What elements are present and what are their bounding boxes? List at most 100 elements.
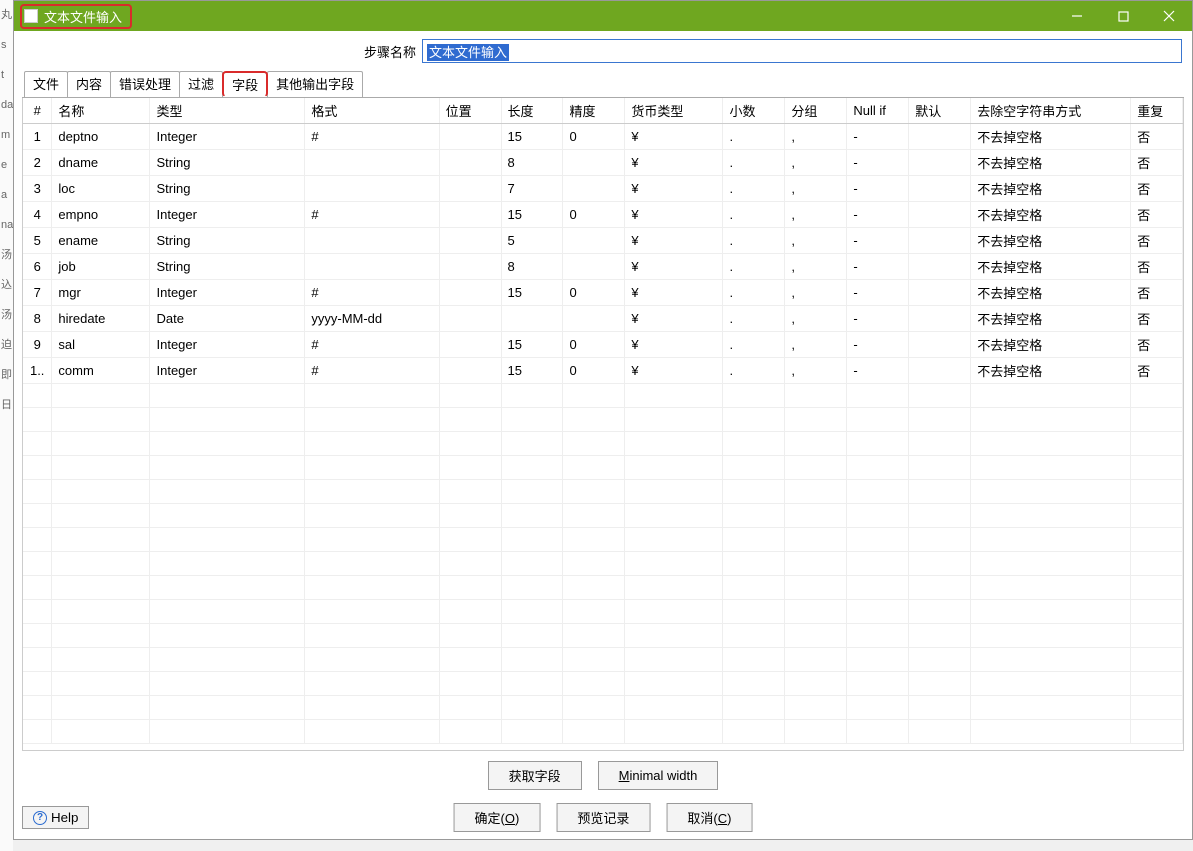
cell-name[interactable]: empno	[52, 202, 150, 228]
cell-prec[interactable]	[563, 254, 625, 280]
cell-prec[interactable]: 0	[563, 202, 625, 228]
cancel-button[interactable]: 取消(C)	[666, 803, 752, 832]
cell-def[interactable]	[909, 176, 971, 202]
cell-nullif[interactable]: -	[847, 306, 909, 332]
step-name-input[interactable]: 文本文件输入	[422, 39, 1182, 63]
cell-len[interactable]: 15	[501, 280, 563, 306]
help-button[interactable]: ? Help	[22, 806, 89, 829]
cell-nullif[interactable]: -	[847, 202, 909, 228]
preview-button[interactable]: 预览记录	[556, 803, 650, 832]
cell-grp[interactable]: ,	[785, 228, 847, 254]
cell-name[interactable]: sal	[52, 332, 150, 358]
cell-prec[interactable]: 0	[563, 358, 625, 384]
column-header[interactable]: 默认	[909, 98, 971, 124]
cell-dec[interactable]: .	[723, 150, 785, 176]
column-header[interactable]: #	[23, 98, 52, 124]
column-header[interactable]: 名称	[52, 98, 150, 124]
table-row[interactable]: 1deptnoInteger#150¥.,-不去掉空格否	[23, 124, 1183, 150]
cell-rep[interactable]: 否	[1131, 124, 1183, 150]
cell-type[interactable]: Date	[150, 306, 305, 332]
cell-grp[interactable]: ,	[785, 332, 847, 358]
table-row-empty[interactable]	[23, 504, 1183, 528]
cell-format[interactable]: yyyy-MM-dd	[305, 306, 439, 332]
table-row-empty[interactable]	[23, 384, 1183, 408]
cell-len[interactable]	[501, 306, 563, 332]
cell-curr[interactable]: ¥	[625, 280, 723, 306]
cell-idx[interactable]: 7	[23, 280, 52, 306]
column-header[interactable]: Null if	[847, 98, 909, 124]
cell-len[interactable]: 15	[501, 202, 563, 228]
cell-nullif[interactable]: -	[847, 176, 909, 202]
column-header[interactable]: 长度	[501, 98, 563, 124]
cell-name[interactable]: job	[52, 254, 150, 280]
cell-len[interactable]: 5	[501, 228, 563, 254]
cell-def[interactable]	[909, 202, 971, 228]
cell-type[interactable]: Integer	[150, 332, 305, 358]
table-row[interactable]: 2dnameString8¥.,-不去掉空格否	[23, 150, 1183, 176]
cell-curr[interactable]: ¥	[625, 150, 723, 176]
cell-format[interactable]: #	[305, 332, 439, 358]
tab-3[interactable]: 过滤	[179, 71, 223, 97]
tab-5[interactable]: 其他输出字段	[267, 71, 363, 97]
minimal-width-button[interactable]: Minimal width	[598, 761, 719, 790]
cell-idx[interactable]: 6	[23, 254, 52, 280]
cell-type[interactable]: Integer	[150, 358, 305, 384]
cell-dec[interactable]: .	[723, 306, 785, 332]
table-row[interactable]: 3locString7¥.,-不去掉空格否	[23, 176, 1183, 202]
cell-idx[interactable]: 8	[23, 306, 52, 332]
table-row[interactable]: 8hiredateDateyyyy-MM-dd¥.,-不去掉空格否	[23, 306, 1183, 332]
table-row-empty[interactable]	[23, 480, 1183, 504]
cell-type[interactable]: Integer	[150, 280, 305, 306]
cell-prec[interactable]: 0	[563, 124, 625, 150]
table-row[interactable]: 7mgrInteger#150¥.,-不去掉空格否	[23, 280, 1183, 306]
table-row-empty[interactable]	[23, 720, 1183, 744]
ok-button[interactable]: 确定(O)	[454, 803, 541, 832]
cell-dec[interactable]: .	[723, 124, 785, 150]
cell-len[interactable]: 15	[501, 332, 563, 358]
cell-trim[interactable]: 不去掉空格	[971, 332, 1131, 358]
cell-nullif[interactable]: -	[847, 228, 909, 254]
table-row[interactable]: 1..commInteger#150¥.,-不去掉空格否	[23, 358, 1183, 384]
table-row[interactable]: 6jobString8¥.,-不去掉空格否	[23, 254, 1183, 280]
cell-curr[interactable]: ¥	[625, 358, 723, 384]
cell-idx[interactable]: 1..	[23, 358, 52, 384]
cell-nullif[interactable]: -	[847, 150, 909, 176]
cell-pos[interactable]	[439, 228, 501, 254]
cell-type[interactable]: Integer	[150, 124, 305, 150]
cell-format[interactable]: #	[305, 124, 439, 150]
table-row-empty[interactable]	[23, 648, 1183, 672]
cell-dec[interactable]: .	[723, 202, 785, 228]
table-row-empty[interactable]	[23, 408, 1183, 432]
cell-grp[interactable]: ,	[785, 358, 847, 384]
column-header[interactable]: 类型	[150, 98, 305, 124]
cell-dec[interactable]: .	[723, 228, 785, 254]
table-row-empty[interactable]	[23, 696, 1183, 720]
cell-pos[interactable]	[439, 358, 501, 384]
cell-trim[interactable]: 不去掉空格	[971, 254, 1131, 280]
cell-pos[interactable]	[439, 176, 501, 202]
table-row-empty[interactable]	[23, 528, 1183, 552]
column-header[interactable]: 精度	[563, 98, 625, 124]
cell-pos[interactable]	[439, 124, 501, 150]
cell-trim[interactable]: 不去掉空格	[971, 124, 1131, 150]
table-row-empty[interactable]	[23, 432, 1183, 456]
cell-nullif[interactable]: -	[847, 358, 909, 384]
cell-len[interactable]: 15	[501, 124, 563, 150]
tab-4[interactable]: 字段	[222, 71, 268, 97]
cell-pos[interactable]	[439, 254, 501, 280]
cell-format[interactable]	[305, 228, 439, 254]
cell-name[interactable]: loc	[52, 176, 150, 202]
cell-nullif[interactable]: -	[847, 332, 909, 358]
cell-type[interactable]: Integer	[150, 202, 305, 228]
table-row-empty[interactable]	[23, 672, 1183, 696]
column-header[interactable]: 分组	[785, 98, 847, 124]
cell-trim[interactable]: 不去掉空格	[971, 228, 1131, 254]
cell-trim[interactable]: 不去掉空格	[971, 306, 1131, 332]
cell-prec[interactable]	[563, 306, 625, 332]
column-header[interactable]: 格式	[305, 98, 439, 124]
cell-pos[interactable]	[439, 202, 501, 228]
table-row-empty[interactable]	[23, 600, 1183, 624]
cell-dec[interactable]: .	[723, 280, 785, 306]
cell-type[interactable]: String	[150, 176, 305, 202]
cell-dec[interactable]: .	[723, 254, 785, 280]
